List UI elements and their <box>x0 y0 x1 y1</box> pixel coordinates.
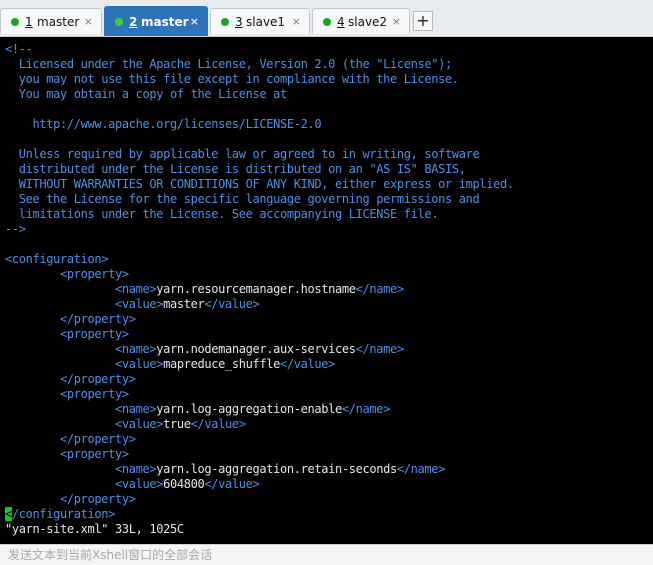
property-close-line: </property> <box>5 432 136 447</box>
config-close-line: </configuration> <box>5 507 115 522</box>
value-open-tag: <value> <box>115 357 164 371</box>
property-close-tag: </property> <box>60 492 136 506</box>
property-close-tag: </property> <box>60 432 136 446</box>
value-open-tag: <value> <box>115 477 164 491</box>
tab-number: 1 <box>25 15 33 29</box>
terminal-window[interactable]: <!-- Licensed under the Apache License, … <box>0 37 653 544</box>
property-open-line: <property> <box>5 447 129 462</box>
property-open-tag: <property> <box>60 387 129 401</box>
property-name: yarn.nodemanager.aux-services <box>156 342 356 356</box>
text-cursor: < <box>5 507 12 521</box>
name-line: <name>yarn.resourcemanager.hostname</nam… <box>5 282 404 297</box>
tab-number: 2 <box>129 15 138 29</box>
value-line: <value>mapreduce_shuffle</value> <box>5 357 335 372</box>
comment-line: Unless required by applicable law or agr… <box>5 147 480 161</box>
property-open-tag: <property> <box>60 447 129 461</box>
name-open-tag: <name> <box>115 402 157 416</box>
value-line: <value>604800</value> <box>5 477 260 492</box>
tab-number: 3 <box>235 15 243 29</box>
value-close-tag: </value> <box>204 477 260 491</box>
value-line: <value>true</value> <box>5 417 246 432</box>
tab-session-4[interactable]: 4 slave2 × <box>312 8 410 34</box>
property-name: yarn.resourcemanager.hostname <box>156 282 356 296</box>
property-value: mapreduce_shuffle <box>163 357 280 371</box>
name-line: <name>yarn.log-aggregation-enable</name> <box>5 402 390 417</box>
tab-label: master <box>141 15 189 29</box>
comment-line: WITHOUT WARRANTIES OR CONDITIONS OF ANY … <box>5 177 514 191</box>
property-open-line: <property> <box>5 267 129 282</box>
value-open-tag: <value> <box>115 297 164 311</box>
close-tab-icon[interactable]: × <box>84 9 93 35</box>
name-open-tag: <name> <box>115 342 157 356</box>
value-close-tag: </value> <box>190 417 246 431</box>
value-close-tag: </value> <box>280 357 335 371</box>
connected-status-icon <box>115 18 123 26</box>
name-open-tag: <name> <box>115 282 157 296</box>
comment-line: http://www.apache.org/licenses/LICENSE-2… <box>5 117 322 131</box>
property-open-tag: <property> <box>60 267 129 281</box>
connected-status-icon <box>323 18 331 26</box>
name-open-tag: <name> <box>115 462 157 476</box>
tab-session-1[interactable]: 1 master × <box>0 8 102 34</box>
property-open-tag: <property> <box>60 327 129 341</box>
connected-status-icon <box>221 18 229 26</box>
comment-line: You may obtain a copy of the License at <box>5 87 287 101</box>
comment-line: you may not use this file except in comp… <box>5 72 459 86</box>
config-open-tag: <configuration> <box>5 252 109 266</box>
new-tab-button[interactable]: + <box>413 11 433 31</box>
property-close-tag: </property> <box>60 312 136 326</box>
connected-status-icon <box>11 18 19 26</box>
comment-line: Licensed under the Apache License, Versi… <box>5 57 452 71</box>
config-close-tag: /configuration> <box>11 507 115 521</box>
tab-session-3[interactable]: 3 slave1 × <box>210 8 310 34</box>
close-tab-icon[interactable]: × <box>190 7 199 37</box>
name-close-tag: </name> <box>396 462 445 476</box>
send-to-all-sessions-input[interactable] <box>0 545 653 565</box>
property-open-line: <property> <box>5 387 129 402</box>
tab-label: slave2 <box>348 15 388 29</box>
comment-line: See the License for the specific languag… <box>5 192 480 206</box>
name-line: <name>yarn.log-aggregation.retain-second… <box>5 462 445 477</box>
tab-label: master <box>37 15 80 29</box>
property-name: yarn.log-aggregation-enable <box>156 402 342 416</box>
property-open-line: <property> <box>5 327 129 342</box>
name-close-tag: </name> <box>355 282 404 296</box>
property-close-tag: </property> <box>60 372 136 386</box>
session-tab-bar: 1 master × 2 master × 3 slave1 × 4 slave… <box>0 0 653 37</box>
comment-line: distributed under the License is distrib… <box>5 162 466 176</box>
value-line: <value>master</value> <box>5 297 260 312</box>
close-tab-icon[interactable]: × <box>292 9 301 35</box>
comment-line: --> <box>5 222 26 236</box>
property-value: true <box>163 417 191 431</box>
comment-line: <!-- <box>5 42 33 56</box>
tab-number: 4 <box>337 15 345 29</box>
value-open-tag: <value> <box>115 417 164 431</box>
tab-session-2[interactable]: 2 master × <box>104 6 208 36</box>
name-close-tag: </name> <box>355 342 404 356</box>
property-value: 604800 <box>163 477 205 491</box>
comment-line: limitations under the License. See accom… <box>5 207 439 221</box>
property-close-line: </property> <box>5 372 136 387</box>
value-close-tag: </value> <box>204 297 260 311</box>
tab-label: slave1 <box>246 15 286 29</box>
name-close-tag: </name> <box>341 402 390 416</box>
close-tab-icon[interactable]: × <box>392 9 401 35</box>
property-name: yarn.log-aggregation.retain-seconds <box>156 462 397 476</box>
name-line: <name>yarn.nodemanager.aux-services</nam… <box>5 342 404 357</box>
property-close-line: </property> <box>5 312 136 327</box>
compose-bar <box>0 544 653 565</box>
property-value: master <box>163 297 205 311</box>
property-close-line: </property> <box>5 492 136 507</box>
vim-status-line: "yarn-site.xml" 33L, 1025C <box>5 522 184 536</box>
